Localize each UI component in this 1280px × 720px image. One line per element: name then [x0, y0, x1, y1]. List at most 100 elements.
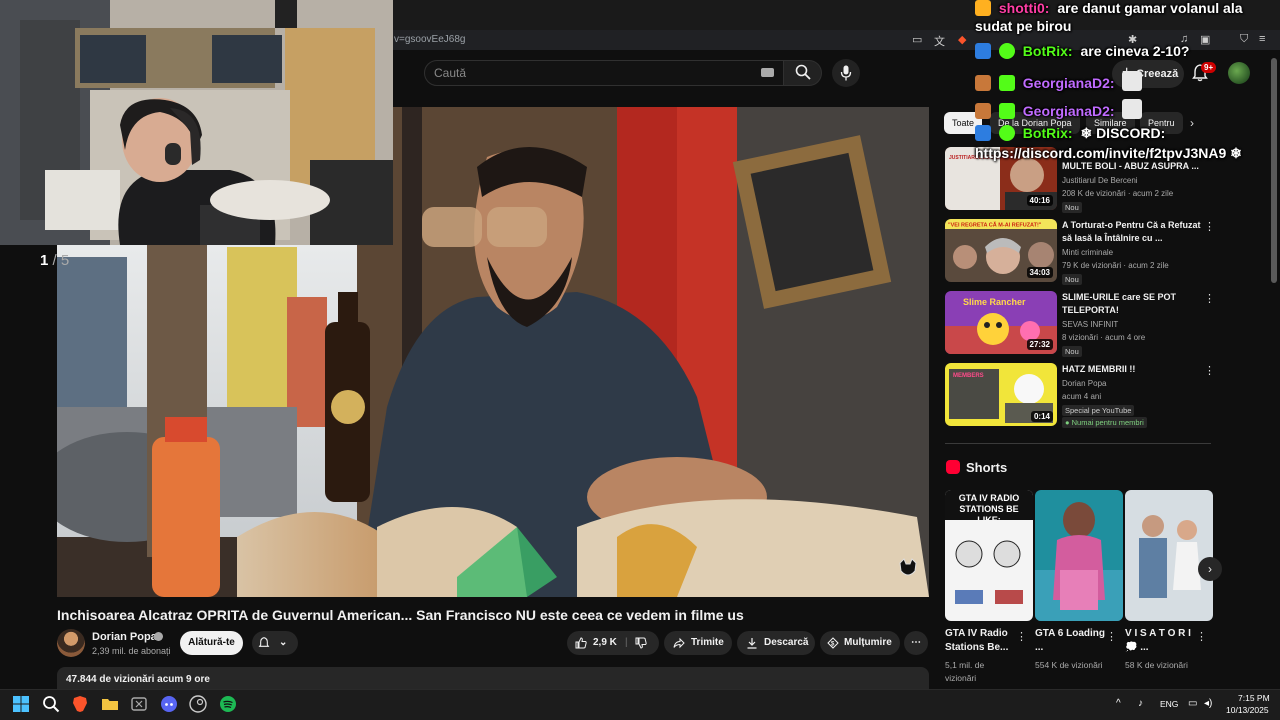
chat-message: GeorgianaD2:: [975, 71, 1146, 91]
translate-icon[interactable]: 文: [934, 33, 945, 49]
rec-new-badge: Nou: [1062, 202, 1082, 213]
like-button[interactable]: 2,9 K |: [567, 631, 659, 655]
chevron-right-icon[interactable]: ›: [1190, 116, 1194, 130]
more-actions-button[interactable]: ⋯: [904, 631, 928, 655]
more-options-icon[interactable]: ⋮: [1204, 292, 1215, 305]
file-explorer-icon[interactable]: [101, 695, 119, 713]
chat-username: GeorgianaD2:: [1022, 103, 1115, 119]
thanks-button[interactable]: $ Mulțumire: [820, 631, 900, 655]
share-button[interactable]: Trimite: [664, 631, 732, 655]
short-thumbnail[interactable]: [1035, 490, 1123, 621]
chat-text: sudat pe birou: [975, 18, 1072, 34]
microphone-icon[interactable]: ♪: [1138, 698, 1143, 709]
rec-thumbnail[interactable]: Slime Rancher 27:32: [945, 291, 1057, 354]
rec-channel[interactable]: Dorian Popa: [1062, 379, 1106, 388]
chat-message: https://discord.com/invite/f2tpvJ3NA9 ❄: [975, 145, 1242, 162]
download-button[interactable]: Descarcă: [737, 631, 815, 655]
rec-duration: 40:16: [1026, 195, 1053, 206]
video-title: Inchisoarea Alcatraz OPRITA de Guvernul …: [57, 607, 744, 623]
rec-thumb-text: "VEI REGRETA CĂ M-AI REFUZAT!": [948, 222, 1042, 229]
bot-badge-icon: [975, 43, 991, 59]
thumbs-down-icon[interactable]: [635, 637, 647, 649]
chat-username: shotti0:: [998, 0, 1050, 16]
search-icon[interactable]: [42, 695, 60, 713]
slide-current: 1: [40, 252, 49, 269]
app-icon[interactable]: [130, 695, 148, 713]
more-options-icon[interactable]: ⋮: [1204, 220, 1215, 233]
account-avatar[interactable]: [1228, 62, 1250, 84]
cat-emote-icon: [1122, 71, 1143, 91]
chevron-down-icon: ⌄: [279, 637, 288, 648]
short-views: 5,1 mil. de vizionări: [945, 660, 985, 683]
short-title[interactable]: GTA IV Radio Stations Be...: [945, 627, 1021, 655]
chat-message: sudat pe birou: [975, 18, 1071, 34]
rec-thumbnail[interactable]: "VEI REGRETA CĂ M-AI REFUZAT!" 34:03: [945, 219, 1057, 282]
vpn-icon[interactable]: ⛉: [1240, 33, 1248, 46]
more-options-icon[interactable]: ⋮: [1204, 364, 1215, 377]
short-title[interactable]: GTA 6 Loading ...: [1035, 627, 1111, 655]
channel-watermark-icon[interactable]: [897, 557, 919, 579]
rec-channel[interactable]: SEVAS INFINIT: [1062, 320, 1118, 329]
subscriber-badge-icon: [998, 103, 1015, 119]
rec-meta: 8 vizionări · acum 4 ore: [1062, 333, 1146, 342]
brave-shield-icon[interactable]: ◆: [958, 33, 966, 46]
wallet-icon[interactable]: ▣: [1200, 33, 1210, 46]
members-icon: ●: [1065, 418, 1070, 427]
streamer-webcam: [0, 0, 393, 245]
rec-title[interactable]: HATZ MEMBRII !!: [1062, 363, 1202, 376]
chat-message: shotti0: are danut gamar volanul ala: [975, 0, 1243, 16]
short-thumbnail[interactable]: GTA IV RADIO STATIONS BE LIKE:: [945, 490, 1033, 621]
rec-title[interactable]: SLIME-URILE care SE POT TELEPORTA!: [1062, 291, 1202, 317]
search-input[interactable]: [424, 60, 784, 86]
notification-bell-button[interactable]: ⌄: [252, 631, 298, 655]
short-views: 554 K de vizionări: [1035, 660, 1103, 670]
rec-special-badge: Special pe YouTube: [1062, 405, 1135, 416]
rec-duration: 27:32: [1026, 339, 1053, 350]
more-options-icon[interactable]: ⋮: [1016, 630, 1027, 643]
rec-duration: 34:03: [1026, 267, 1053, 278]
rec-new-badge: Nou: [1062, 274, 1082, 285]
network-icon[interactable]: ▭: [1188, 698, 1197, 709]
menu-icon[interactable]: ≡: [1259, 33, 1265, 45]
language-indicator[interactable]: ENG: [1160, 699, 1178, 709]
join-button[interactable]: Alătură-te: [180, 631, 243, 655]
steam-icon[interactable]: [189, 695, 207, 713]
page-scrollbar[interactable]: [1271, 58, 1277, 283]
spotify-icon[interactable]: [219, 695, 237, 713]
short-thumbnail[interactable]: [1125, 490, 1213, 621]
volume-icon[interactable]: ◂): [1204, 698, 1212, 709]
download-label: Descarcă: [764, 637, 809, 648]
channel-avatar[interactable]: [57, 629, 85, 657]
windows-start-icon[interactable]: [12, 695, 30, 713]
rec-channel[interactable]: Minti criminale: [1062, 248, 1113, 257]
brave-browser-icon[interactable]: [71, 695, 89, 713]
more-options-icon[interactable]: ⋮: [1196, 630, 1207, 643]
rec-meta: acum 4 ani: [1062, 392, 1102, 401]
slide-total: / 5: [52, 252, 70, 269]
gift-badge-icon: [975, 75, 991, 91]
clock-date[interactable]: 10/13/2025: [1226, 705, 1269, 715]
chat-message: BotRix: ❄ DISCORD:: [975, 125, 1165, 142]
verified-badge-icon: [998, 43, 1015, 59]
clock-time[interactable]: 7:15 PM: [1238, 693, 1270, 703]
chat-username: BotRix:: [1022, 125, 1073, 141]
short-title[interactable]: V I S A T O R I 💭 ...: [1125, 627, 1201, 655]
address-url[interactable]: v=gsoovEeJ68g: [394, 34, 465, 45]
rec-new-badge: Nou: [1062, 346, 1082, 357]
chevron-up-icon[interactable]: ^: [1116, 698, 1121, 709]
keyboard-icon[interactable]: [761, 68, 774, 77]
view-count-date: 47.844 de vizionări acum 9 ore: [66, 674, 210, 685]
chat-text: ❄ DISCORD:: [1080, 125, 1166, 141]
rec-thumb-text: MEMBERS: [953, 373, 984, 379]
shorts-next-button[interactable]: ›: [1198, 557, 1222, 581]
rec-thumbnail[interactable]: MEMBERS 0:14: [945, 363, 1057, 426]
chat-text: are danut gamar volanul ala: [1057, 0, 1243, 16]
subscriber-count: 2,39 mil. de abonați: [92, 646, 171, 656]
cast-icon[interactable]: ▭: [912, 33, 922, 46]
rec-title[interactable]: A Torturat-o Pentru Că a Refuzat să Iasă…: [1062, 219, 1202, 245]
discord-icon[interactable]: [160, 695, 178, 713]
rec-channel[interactable]: Justitiarul De Berceni: [1062, 176, 1138, 185]
crown-badge-icon: [975, 0, 991, 16]
more-options-icon[interactable]: ⋮: [1106, 630, 1117, 643]
channel-name[interactable]: Dorian Popa: [92, 631, 157, 643]
